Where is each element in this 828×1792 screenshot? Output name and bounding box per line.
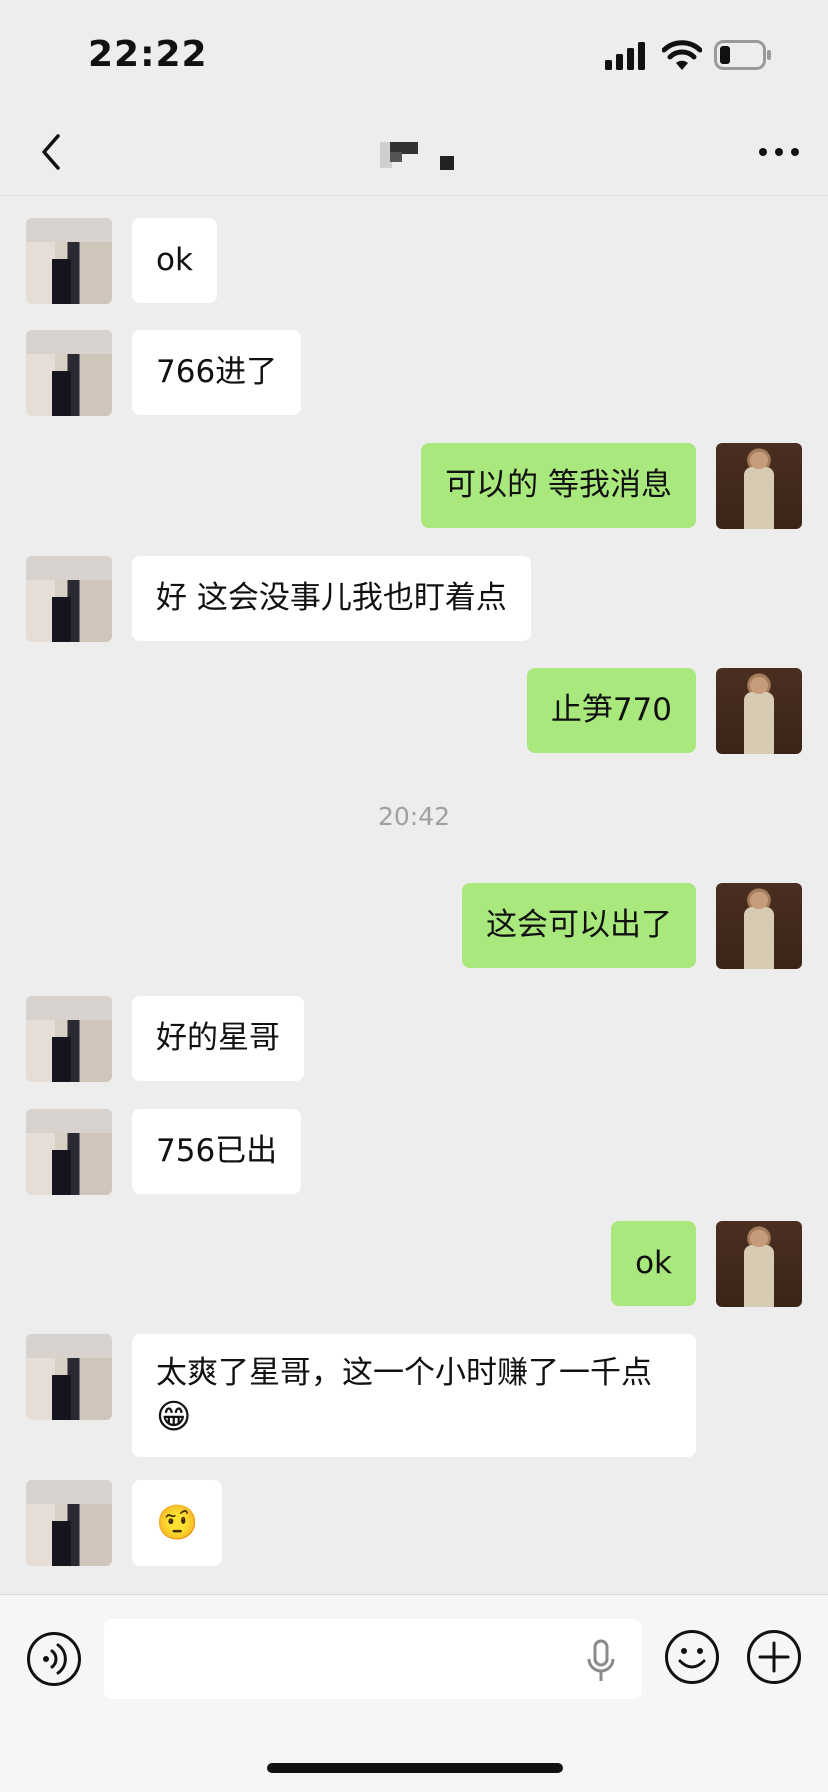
voice-mode-button[interactable]: [26, 1631, 82, 1687]
incoming-bubble[interactable]: 太爽了星哥，这一个小时赚了一千点 😁: [132, 1334, 696, 1457]
more-icon[interactable]: [757, 142, 801, 162]
contact-avatar[interactable]: [26, 1109, 112, 1195]
incoming-bubble[interactable]: ok: [132, 218, 217, 303]
message-text: 太爽了星哥，这一个小时赚了一千点: [156, 1355, 652, 1391]
outgoing-bubble[interactable]: 这会可以出了: [462, 883, 696, 968]
outgoing-bubble[interactable]: 止笋770: [526, 668, 696, 753]
plus-button[interactable]: [746, 1629, 802, 1685]
raised-eyebrow-emoji-icon: 🤨: [156, 1503, 199, 1543]
home-indicator[interactable]: [267, 1763, 563, 1773]
outgoing-bubble[interactable]: ok: [611, 1221, 696, 1306]
message-input[interactable]: [104, 1619, 642, 1699]
incoming-bubble[interactable]: 好的星哥: [132, 996, 304, 1081]
status-time: 22:22: [88, 34, 208, 75]
emoji-button[interactable]: [664, 1629, 720, 1685]
timestamp-separator: 20:42: [377, 802, 451, 831]
incoming-bubble[interactable]: 🤨: [132, 1480, 223, 1566]
contact-avatar[interactable]: [26, 556, 112, 642]
contact-avatar[interactable]: [26, 996, 112, 1082]
incoming-bubble[interactable]: 好 这会没事儿我也盯着点: [132, 556, 531, 641]
microphone-icon[interactable]: [586, 1639, 616, 1683]
input-bar: [0, 1594, 828, 1792]
back-icon[interactable]: [34, 128, 70, 176]
my-avatar[interactable]: [716, 883, 802, 969]
signal-icon: [605, 42, 645, 70]
outgoing-bubble[interactable]: 可以的 等我消息: [421, 443, 696, 528]
chat-area[interactable]: ok 766进了 可以的 等我消息 好 这会没事儿我也盯着点 止笋770 20:…: [0, 196, 828, 1594]
my-avatar[interactable]: [716, 668, 802, 754]
nav-bar: [0, 110, 828, 196]
contact-avatar[interactable]: [26, 1334, 112, 1420]
contact-avatar[interactable]: [26, 330, 112, 416]
battery-icon: [714, 40, 771, 70]
my-avatar[interactable]: [716, 443, 802, 529]
contact-avatar[interactable]: [26, 218, 112, 304]
status-bar: 22:22: [0, 0, 828, 110]
my-avatar[interactable]: [716, 1221, 802, 1307]
incoming-bubble[interactable]: 766进了: [132, 330, 302, 415]
chat-title-redacted: [380, 142, 454, 170]
grin-emoji-icon: 😁: [156, 1397, 192, 1437]
incoming-bubble[interactable]: 756已出: [132, 1109, 302, 1194]
contact-avatar[interactable]: [26, 1480, 112, 1566]
wifi-icon: [662, 40, 702, 70]
